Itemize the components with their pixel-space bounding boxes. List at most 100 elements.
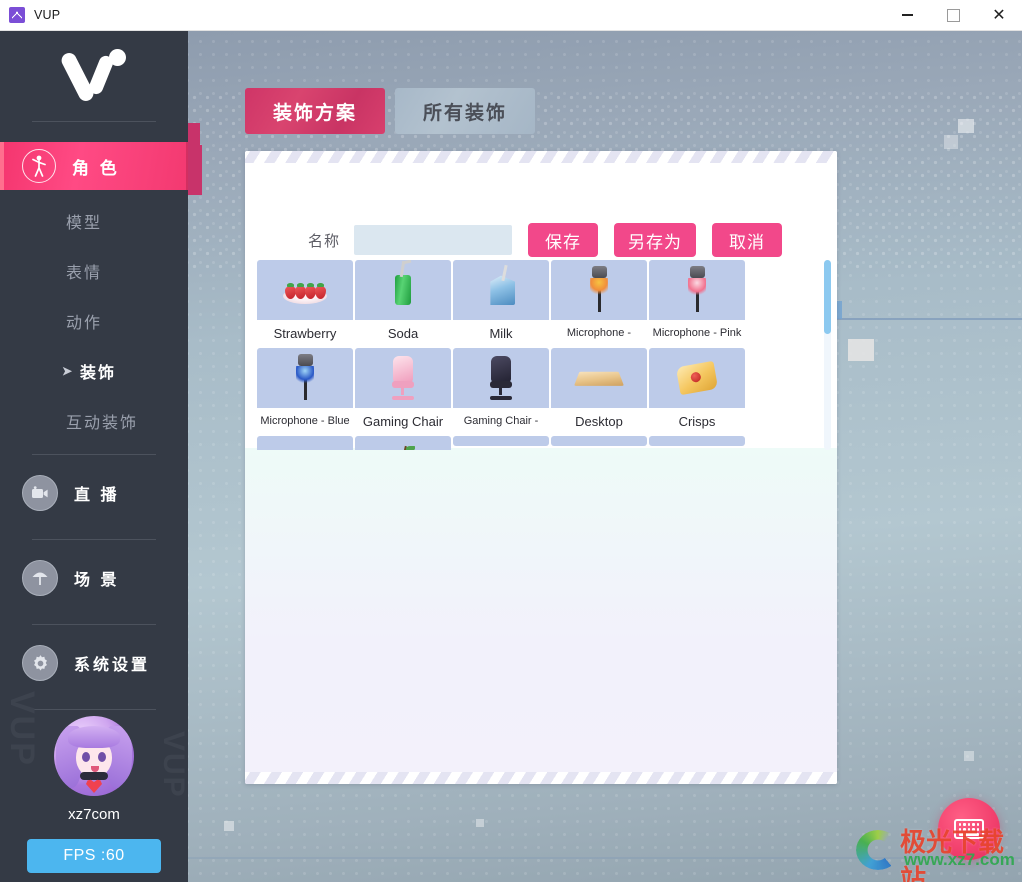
grid-item-label: Microphone - — [566, 327, 632, 339]
main-stage: 装饰方案 所有装饰 名称 保存 另存为 取消 Strawberry Soda M… — [188, 31, 1022, 882]
chevron-right-icon: ➤ — [62, 364, 75, 378]
sidebar-item-model[interactable]: 模型 — [0, 196, 188, 246]
sidebar-item-character[interactable]: 角 色 — [0, 142, 188, 190]
apple-icon — [355, 436, 451, 450]
grid-scrollbar[interactable] — [824, 260, 831, 450]
scene-icon — [22, 560, 58, 596]
username-label: xz7com — [68, 806, 120, 823]
gear-icon — [22, 645, 58, 681]
background-square — [188, 123, 200, 145]
grid-item-label: Milk — [489, 325, 513, 341]
grid-item-soda[interactable]: Soda — [355, 260, 451, 346]
grid-item-label: Microphone - Pink — [652, 327, 742, 339]
divider — [32, 709, 156, 710]
watermark-logo-icon — [856, 830, 900, 870]
partial-thumb — [453, 436, 549, 446]
fps-badge: FPS :60 — [27, 839, 161, 873]
name-input[interactable] — [354, 225, 513, 255]
sidebar-item-live[interactable]: 直 播 — [0, 455, 188, 531]
blanket-icon — [257, 436, 353, 450]
sidebar-item-scene-label: 场 景 — [74, 572, 120, 589]
divider — [32, 121, 156, 122]
tab-all-decorations[interactable]: 所有装饰 — [395, 88, 536, 134]
window-title: VUP — [34, 8, 61, 22]
microphone-orange-icon — [551, 260, 647, 320]
sidebar-item-live-label: 直 播 — [74, 487, 120, 504]
grid-item-label: Crisps — [678, 413, 716, 429]
background-square — [964, 751, 974, 761]
background-line — [188, 857, 1022, 859]
panel-bottom-stripes — [245, 772, 837, 784]
grid-item-label: Soda — [387, 325, 419, 341]
sidebar: VUP VUP 角 色 模型 表情 动作 ➤ 装饰 互动装饰 直 播 场 景 系… — [0, 31, 188, 882]
minimize-button[interactable] — [884, 0, 930, 30]
microphone-blue-icon — [257, 348, 353, 408]
background-square — [476, 819, 484, 827]
grid-item-microphone-orange[interactable]: Microphone - — [551, 260, 647, 346]
sidebar-item-settings-label: 系统设置 — [74, 657, 151, 674]
tab-decoration-presets[interactable]: 装饰方案 — [245, 88, 386, 134]
grid-item-microphone-blue[interactable]: Microphone - Blue — [257, 348, 353, 434]
grid-item-label: Gaming Chair — [362, 413, 444, 429]
partial-thumb — [649, 436, 745, 446]
accent-chip-2 — [186, 142, 188, 190]
sidebar-item-character-label: 角 色 — [72, 158, 120, 178]
sidebar-subnav: 模型 表情 动作 ➤ 装饰 互动装饰 — [0, 196, 188, 446]
grid-item-crisps[interactable]: Crisps — [649, 348, 745, 434]
keyboard-shortcut-button[interactable] — [938, 798, 1000, 860]
background-square — [224, 821, 234, 831]
decoration-panel: 名称 保存 另存为 取消 Strawberry Soda Milk Microp… — [245, 151, 837, 784]
grid-item-gaming-chair-pink[interactable]: Gaming Chair — [355, 348, 451, 434]
vup-logo-icon — [9, 7, 25, 23]
sidebar-brand — [0, 31, 188, 121]
sidebar-item-interactive-decoration-label: 互动装饰 — [66, 415, 139, 432]
grid-item-microphone-pink[interactable]: Microphone - Pink — [649, 260, 745, 346]
sidebar-item-interactive-decoration[interactable]: 互动装饰 — [0, 396, 188, 446]
sidebar-item-decoration-label: 装饰 — [80, 365, 117, 382]
strawberry-icon — [257, 260, 353, 320]
background-square — [848, 339, 874, 361]
sidebar-item-expression-label: 表情 — [66, 265, 103, 282]
save-button[interactable]: 保存 — [528, 223, 599, 257]
grid-item-strawberry[interactable]: Strawberry — [257, 260, 353, 346]
grid-item-label: Gaming Chair - — [463, 415, 539, 427]
vup-v-logo — [58, 47, 130, 105]
grid-item-partial[interactable] — [649, 436, 745, 446]
sidebar-item-motion[interactable]: 动作 — [0, 296, 188, 346]
grid-item-partial[interactable] — [551, 436, 647, 446]
panel-empty-area — [245, 448, 837, 772]
decoration-grid: Strawberry Soda Milk Microphone - Microp… — [257, 260, 831, 450]
background-square — [188, 145, 202, 195]
grid-item-desktop[interactable]: Desktop — [551, 348, 647, 434]
cancel-button[interactable]: 取消 — [712, 223, 783, 257]
background-square — [958, 119, 974, 133]
character-icon — [22, 149, 56, 183]
grid-item-apple[interactable]: Apple — [355, 436, 451, 450]
sidebar-item-expression[interactable]: 表情 — [0, 246, 188, 296]
background-square — [944, 135, 958, 149]
grid-item-gaming-chair-dark[interactable]: Gaming Chair - — [453, 348, 549, 434]
save-as-button[interactable]: 另存为 — [614, 223, 697, 257]
grid-item-blanket[interactable]: Blanket — [257, 436, 353, 450]
broadcast-icon — [22, 475, 58, 511]
sidebar-item-scene[interactable]: 场 景 — [0, 540, 188, 616]
grid-item-label: Desktop — [575, 413, 623, 429]
tab-bar: 装饰方案 所有装饰 — [245, 88, 536, 134]
name-label: 名称 — [308, 232, 341, 250]
sidebar-item-decoration[interactable]: ➤ 装饰 — [0, 346, 188, 396]
close-button[interactable]: ✕ — [976, 0, 1022, 30]
grid-scrollbar-thumb[interactable] — [824, 260, 831, 334]
grid-item-partial[interactable] — [453, 436, 549, 446]
gaming-chair-dark-icon — [453, 348, 549, 408]
maximize-button[interactable] — [930, 0, 976, 30]
crisps-icon — [649, 348, 745, 408]
panel-body: 名称 保存 另存为 取消 Strawberry Soda Milk Microp… — [245, 163, 837, 772]
name-row: 名称 保存 另存为 取消 — [245, 223, 837, 257]
grid-item-milk[interactable]: Milk — [453, 260, 549, 346]
panel-top-stripes — [245, 151, 837, 163]
user-avatar[interactable] — [54, 716, 134, 796]
gaming-chair-pink-icon — [355, 348, 451, 408]
microphone-pink-icon — [649, 260, 745, 320]
sidebar-item-settings[interactable]: 系统设置 — [0, 625, 188, 701]
title-bar: VUP ✕ — [0, 0, 1022, 31]
